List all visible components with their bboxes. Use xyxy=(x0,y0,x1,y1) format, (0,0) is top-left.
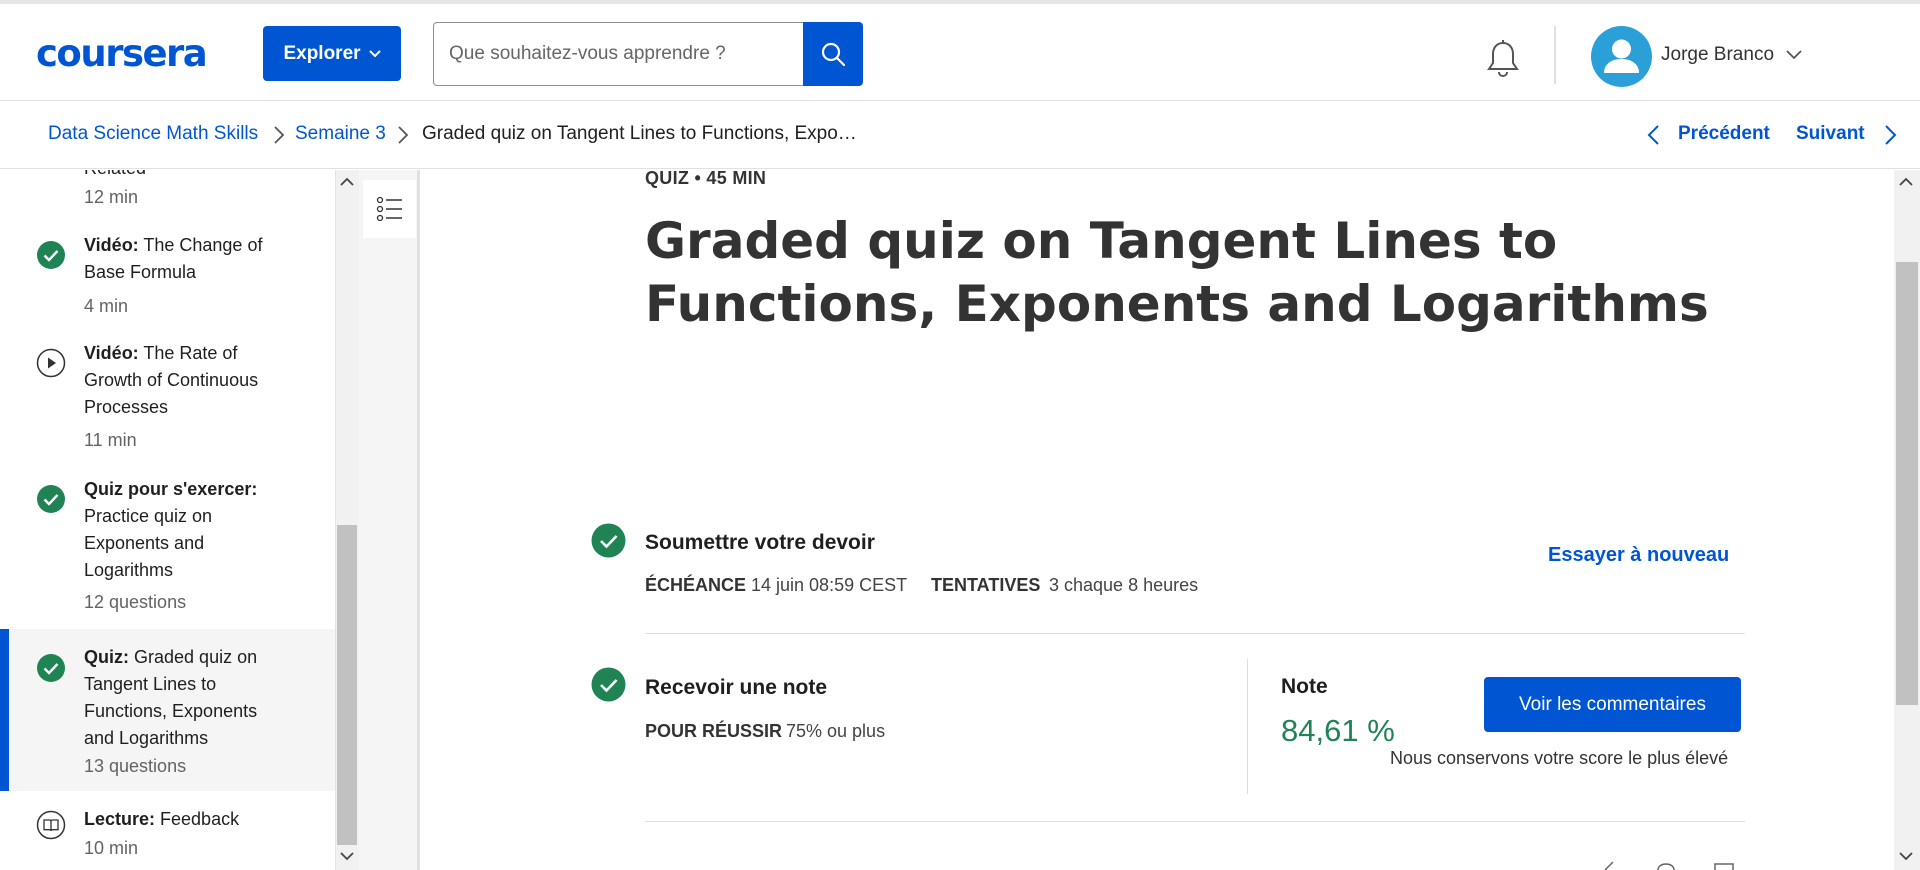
check-circle-icon xyxy=(37,654,65,682)
sidebar-item-meta: 11 min xyxy=(84,430,137,450)
divider xyxy=(645,633,1745,634)
course-outline-sidebar: Related 12 min Vidéo: The Change of Base… xyxy=(0,170,335,870)
attempts-value: 3 chaque 8 heures xyxy=(1049,575,1199,595)
breadcrumb-current: Graded quiz on Tangent Lines to Function… xyxy=(422,123,857,144)
sidebar-item-meta: 12 min xyxy=(84,187,139,207)
attempts-label: TENTATIVES xyxy=(931,575,1041,595)
scroll-down-arrow-icon[interactable] xyxy=(339,850,355,862)
grade-step-title: Recevoir une note xyxy=(645,676,828,699)
check-circle-icon xyxy=(591,667,626,702)
search-button[interactable] xyxy=(803,22,863,86)
keep-highest-score-note: Nous conservons votre score le plus élev… xyxy=(1390,748,1729,768)
grade-label: Note xyxy=(1281,675,1328,698)
divider xyxy=(645,821,1745,822)
chevron-right-icon xyxy=(398,126,409,144)
scroll-up-arrow-icon[interactable] xyxy=(339,176,355,188)
sidebar-item-label: Quiz pour s'exercer: Practice quiz on Ex… xyxy=(84,479,258,580)
top-header: coursera Explorer Jorge Branco xyxy=(0,0,1920,101)
search-icon xyxy=(821,42,846,67)
divider xyxy=(1247,659,1248,794)
submit-step-title: Soumettre votre devoir xyxy=(645,531,875,554)
pass-label: POUR RÉUSSIR xyxy=(645,721,783,741)
due-value: 14 juin 08:59 CEST xyxy=(751,575,908,595)
toc-column xyxy=(359,170,420,870)
breadcrumb-course[interactable]: Data Science Math Skills xyxy=(48,123,258,145)
sidebar-item-label: Lecture: Feedback xyxy=(84,809,240,829)
search-input[interactable] xyxy=(433,22,804,86)
user-name[interactable]: Jorge Branco xyxy=(1661,44,1774,66)
sidebar-item-graded-quiz[interactable]: Quiz: Graded quiz on Tangent Lines to Fu… xyxy=(0,629,335,791)
toggle-outline-button[interactable] xyxy=(363,180,416,238)
play-circle-icon xyxy=(36,348,66,378)
view-feedback-button[interactable]: Voir les commentaires xyxy=(1484,677,1741,732)
check-circle-icon xyxy=(37,485,65,513)
scroll-down-arrow-icon[interactable] xyxy=(1898,850,1914,862)
sidebar-item-title: Related xyxy=(84,170,284,182)
sidebar-item-related[interactable]: Related 12 min xyxy=(0,170,335,215)
chevron-left-icon[interactable] xyxy=(1646,124,1660,146)
chevron-right-icon[interactable] xyxy=(1884,124,1898,146)
sidebar-item-practice-quiz[interactable]: Quiz pour s'exercer: Practice quiz on Ex… xyxy=(0,476,335,626)
sidebar-item-rate-of-growth[interactable]: Vidéo: The Rate of Growth of Continuous … xyxy=(0,340,335,460)
coursera-logo[interactable]: coursera xyxy=(36,32,208,75)
sidebar-item-feedback[interactable]: Lecture: Feedback 10 min xyxy=(0,802,335,870)
sidebar-scrollbar-thumb[interactable] xyxy=(337,525,357,845)
page-title: Graded quiz on Tangent Lines to Function… xyxy=(645,212,1709,333)
check-circle-icon xyxy=(591,523,626,558)
sidebar-item-label: Vidéo: The Rate of Growth of Continuous … xyxy=(84,343,259,417)
explore-button-label: Explorer xyxy=(283,42,361,64)
main-scrollbar-thumb[interactable] xyxy=(1896,262,1918,705)
pass-value: 75% ou plus xyxy=(786,721,886,741)
sidebar-item-meta: 12 questions xyxy=(84,592,187,612)
quiz-meta: QUIZ • 45 MIN xyxy=(645,168,767,188)
chevron-down-icon xyxy=(368,49,381,57)
list-icon xyxy=(376,196,402,222)
breadcrumb: Data Science Math Skills Semaine 3 Grade… xyxy=(0,101,1920,169)
bottom-toolbar-icons xyxy=(1604,861,1734,870)
user-silhouette-icon xyxy=(1604,39,1639,73)
due-label: ÉCHÉANCE xyxy=(645,575,747,595)
previous-link[interactable]: Précédent xyxy=(1678,123,1770,145)
book-circle-icon xyxy=(36,810,66,840)
notifications-button[interactable] xyxy=(1483,38,1523,80)
bell-icon xyxy=(1487,40,1519,78)
sidebar-item-meta: 4 min xyxy=(84,296,129,316)
retry-link[interactable]: Essayer à nouveau xyxy=(1548,544,1729,567)
sidebar-item-meta: 10 min xyxy=(84,838,139,858)
breadcrumb-week[interactable]: Semaine 3 xyxy=(295,123,386,145)
explore-button[interactable]: Explorer xyxy=(263,26,401,81)
avatar[interactable] xyxy=(1591,26,1652,87)
sidebar-item-change-of-base[interactable]: Vidéo: The Change of Base Formula 4 min xyxy=(0,232,335,332)
scroll-up-arrow-icon[interactable] xyxy=(1898,176,1914,188)
next-link[interactable]: Suivant xyxy=(1796,123,1865,145)
chevron-down-icon[interactable] xyxy=(1786,50,1802,60)
grade-value: 84,61 % xyxy=(1281,713,1395,748)
sidebar-item-label: Quiz: Graded quiz on Tangent Lines to Fu… xyxy=(84,647,258,748)
sidebar-item-meta: 13 questions xyxy=(84,756,187,776)
sidebar-item-label: Vidéo: The Change of Base Formula xyxy=(84,235,263,282)
header-divider xyxy=(1554,26,1556,84)
check-circle-icon xyxy=(37,241,65,269)
chevron-right-icon xyxy=(274,126,285,144)
